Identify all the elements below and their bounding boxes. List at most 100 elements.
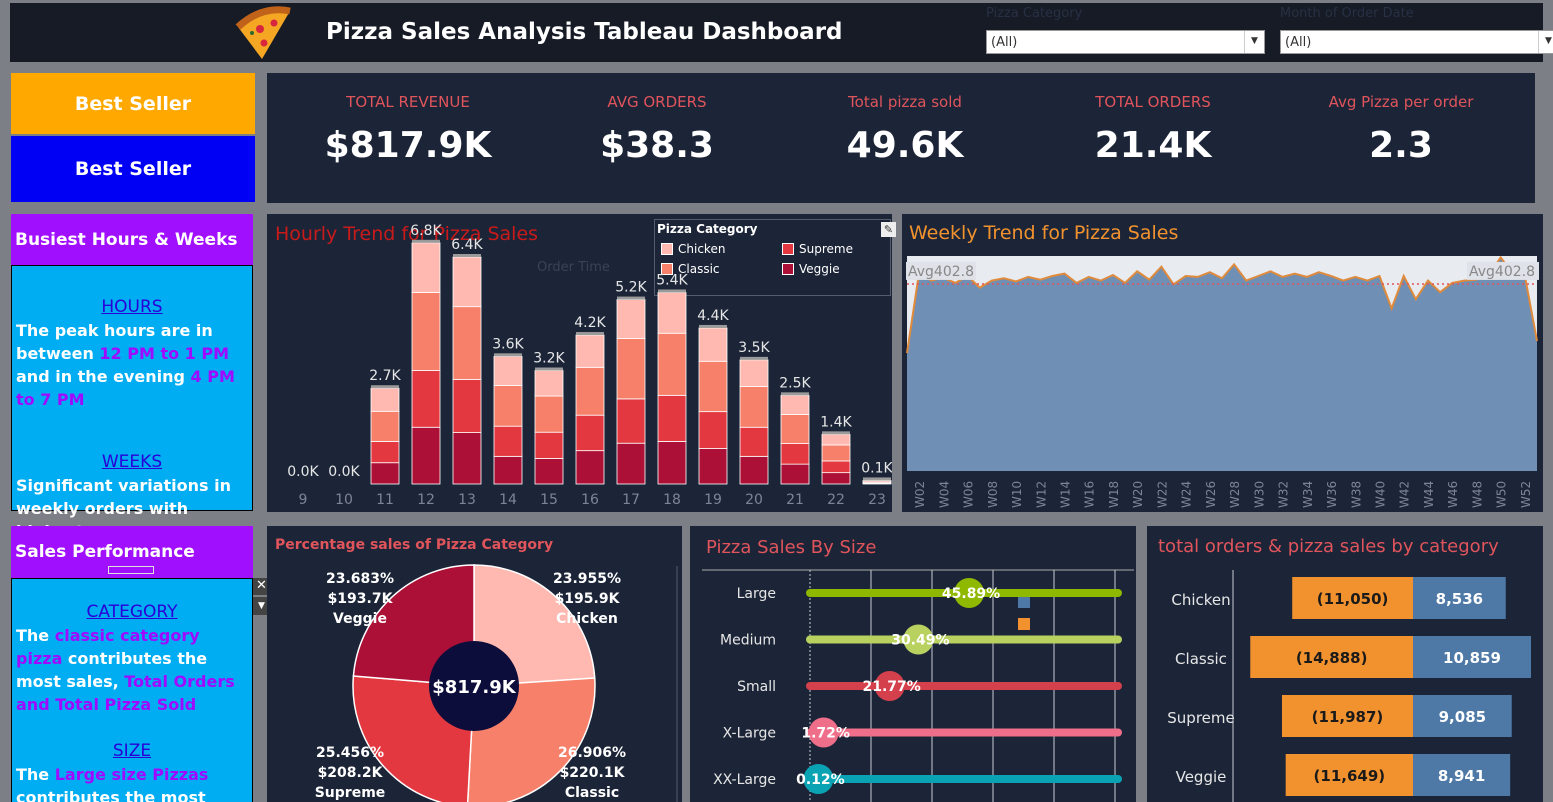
bar-segment-supreme: [575, 414, 605, 452]
bar-segment-supreme: [780, 443, 810, 465]
bar-segment-veggie: [698, 448, 728, 485]
chevron-down-icon[interactable]: ▼: [1538, 31, 1553, 53]
bar-segment-veggie: [411, 426, 441, 485]
category-label: Supreme: [1167, 709, 1234, 727]
pie-label-value: $193.7K: [328, 591, 394, 607]
bar-total-label: 6.8K: [410, 223, 442, 239]
pizza-sold-value-label: 8,941: [1438, 767, 1485, 785]
kpi-avg-orders: AVG ORDERS $38.3: [532, 73, 782, 166]
bar-segment-classic: [739, 386, 769, 428]
drag-handle[interactable]: [108, 566, 154, 574]
pie-label-value: $220.1K: [560, 765, 626, 781]
x-tick-label: W32: [1277, 481, 1291, 508]
reference-label-left: Avg402.8: [908, 264, 974, 280]
bar-segment-veggie: [370, 462, 400, 485]
bar-segment-classic: [534, 395, 564, 433]
bar-total-label: 3.6K: [492, 336, 524, 352]
bar-segment-classic: [821, 444, 851, 462]
x-tick-label: W08: [986, 481, 1000, 508]
x-tick-label: 11: [376, 492, 394, 508]
bar-segment-veggie: [780, 463, 810, 485]
x-tick-label: W04: [937, 481, 951, 508]
category-label: Veggie: [1176, 768, 1227, 786]
bar-cap: [781, 392, 809, 396]
pie-label-pct: 25.456%: [316, 745, 384, 761]
bar-segment-supreme: [821, 460, 851, 474]
x-tick-label: W50: [1495, 481, 1509, 508]
kpi-total-pizza-sold: Total pizza sold 49.6K: [780, 73, 1030, 166]
x-tick-label: W52: [1519, 481, 1533, 508]
hourly-trend-chart: 0.0K 9 0.0K 10 2.7K 11 6.8K 12 6.4K 13 3.6K 14 3.2K 1…: [287, 223, 892, 508]
pie-label-pct: 23.683%: [326, 571, 394, 587]
x-tick-label: 15: [540, 492, 558, 508]
busiest-insights-box: HOURS The peak hours are in between 12 P…: [11, 265, 253, 541]
pie-label-pct: 26.906%: [558, 745, 626, 761]
sales-insights-box: CATEGORY The classic category pizza cont…: [11, 578, 253, 802]
bar-segment-supreme: [657, 394, 687, 442]
category-filter-value: (All): [991, 35, 1018, 50]
bar-segment-chicken: [575, 334, 605, 368]
pizza-sold-value-label: 10,859: [1443, 649, 1501, 667]
category-filter-select[interactable]: (All) ▼: [986, 30, 1265, 54]
pie-label-name: Classic: [565, 785, 619, 801]
best-seller-button-2[interactable]: Best Seller: [11, 136, 255, 202]
kpi-value: $38.3: [600, 125, 714, 166]
pie-center-label: $817.9K: [432, 677, 516, 698]
weekly-trend-chart: Avg402.8 Avg402.8 W02 W04 W06 W08 W10 W12 W14 W16…: [906, 255, 1539, 508]
x-tick-label: W26: [1204, 481, 1218, 508]
bar-segment-supreme: [370, 441, 400, 464]
size-value-label: 21.77%: [863, 679, 921, 695]
bar-segment-chicken: [657, 292, 687, 334]
x-tick-label: W30: [1252, 481, 1266, 508]
bar-cap: [535, 367, 563, 371]
bar-cap: [740, 356, 768, 360]
legend-swatch-steel: [1018, 596, 1030, 608]
chevron-down-icon[interactable]: ▼: [1244, 31, 1264, 53]
bar-segment-veggie: [657, 441, 687, 485]
pie-label-pct: 23.955%: [553, 571, 621, 587]
x-tick-label: W40: [1374, 481, 1388, 508]
bar-segment-classic: [575, 366, 605, 416]
size-value-label: 1.72%: [801, 726, 850, 742]
legend-swatch-orange: [1018, 618, 1030, 630]
size-category-label: XX-Large: [713, 772, 776, 788]
bar-segment-chicken: [452, 256, 482, 308]
size-category-label: Small: [737, 679, 776, 695]
bar-segment-veggie: [575, 450, 605, 485]
kpi-label: AVG ORDERS: [607, 93, 707, 111]
bar-total-label: 4.4K: [697, 308, 729, 324]
x-tick-label: 14: [499, 492, 517, 508]
size-heading: SIZE: [112, 741, 152, 761]
bar-segment-supreme: [739, 426, 769, 457]
pie-label-name: Chicken: [556, 611, 618, 627]
month-filter-select[interactable]: (All) ▼: [1280, 30, 1553, 54]
x-tick-label: W42: [1398, 481, 1412, 508]
bar-total-label: 3.5K: [738, 340, 770, 356]
size-chart: Large 45.89% Medium 30.49% Small 21.77% X-Larg…: [702, 569, 1134, 802]
weeks-heading: WEEKS: [101, 452, 163, 472]
pie-label-name: Veggie: [333, 611, 387, 627]
pizza-sold-value-label: 8,536: [1436, 590, 1483, 608]
bar-segment-chicken: [698, 327, 728, 362]
category-heading: CATEGORY: [86, 602, 178, 622]
bar-segment-classic: [780, 414, 810, 444]
month-filter-value: (All): [1285, 35, 1312, 50]
x-tick-label: W48: [1470, 481, 1484, 508]
x-tick-label: W24: [1180, 481, 1194, 508]
bar-cap: [453, 254, 481, 258]
category-pie-chart: 23.955% $195.9K Chicken 26.906% $220.1K Class…: [315, 564, 678, 802]
bar-cap: [658, 289, 686, 293]
x-tick-label: 17: [622, 492, 640, 508]
x-tick-label: W12: [1034, 481, 1048, 508]
best-seller-button-1[interactable]: Best Seller: [11, 73, 255, 134]
kpi-label: TOTAL ORDERS: [1095, 93, 1211, 111]
bar-segment-supreme: [411, 370, 441, 428]
bar-segment-classic: [452, 306, 482, 380]
pie-label-name: Supreme: [315, 785, 386, 801]
bar-segment-classic: [411, 292, 441, 371]
hours-text: The peak hours are in between 12 PM to 1…: [16, 321, 235, 409]
bar-segment-supreme: [452, 378, 482, 433]
bar-segment-chicken: [411, 242, 441, 293]
pizza-logo-icon: [235, 6, 291, 59]
kpi-panel: TOTAL REVENUE $817.9K AVG ORDERS $38.3 T…: [267, 73, 1535, 203]
